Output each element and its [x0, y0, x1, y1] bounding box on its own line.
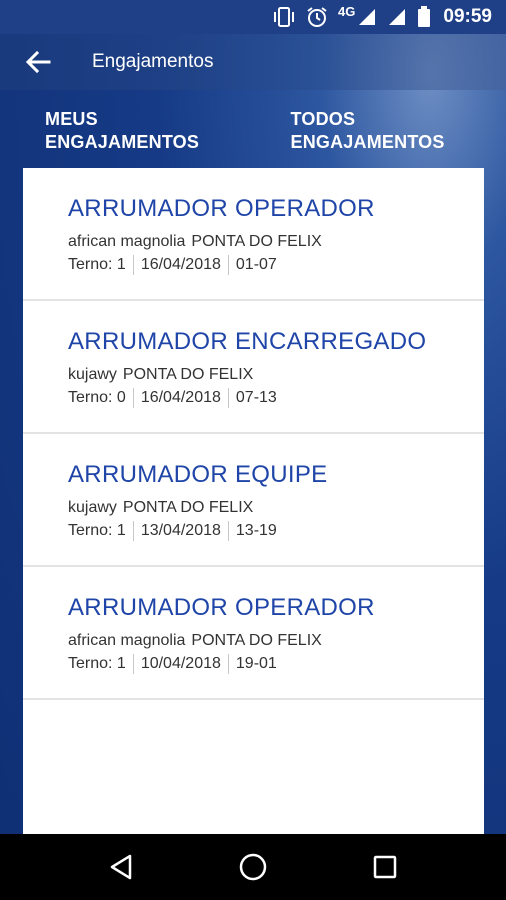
tab-meus-engajamentos[interactable]: MEUS ENGAJAMENTOS [0, 90, 261, 168]
nav-home-button[interactable] [223, 837, 283, 897]
item-vessel: african magnolia [68, 632, 186, 649]
divider [132, 388, 134, 408]
item-shift: 01-07 [235, 256, 277, 273]
item-title: ARRUMADOR OPERADOR [68, 594, 375, 621]
divider [227, 388, 229, 408]
item-date: 16/04/2018 [140, 389, 221, 406]
recents-square-icon [373, 855, 397, 879]
alarm-icon [306, 6, 328, 28]
item-terno: Terno: 1 [68, 655, 126, 672]
item-shift: 19-01 [235, 655, 277, 672]
page-title: Engajamentos [92, 51, 214, 72]
nav-recents-button[interactable] [355, 837, 415, 897]
divider [227, 654, 229, 674]
item-location: PONTA DO FELIX [191, 233, 322, 250]
app-bar: Engajamentos [0, 34, 506, 90]
item-subtitle: african magnolia PONTA DO FELIX [68, 232, 484, 252]
nav-back-button[interactable] [91, 837, 151, 897]
item-shift: 07-13 [235, 389, 277, 406]
item-vessel: kujawy [68, 499, 117, 516]
item-location: PONTA DO FELIX [122, 499, 254, 516]
item-title: ARRUMADOR OPERADOR [68, 195, 375, 222]
item-shift: 13-19 [235, 522, 277, 539]
tab-label-line2: ENGAJAMENTOS [290, 132, 445, 152]
status-bar: 4G 09:59 [0, 0, 506, 34]
item-meta: Terno: 1 10/04/2018 19-01 [68, 654, 484, 674]
item-title: ARRUMADOR ENCARREGADO [68, 328, 427, 355]
tab-label-line1: MEUS [45, 109, 98, 129]
item-subtitle: kujawy PONTA DO FELIX [68, 365, 484, 385]
divider [227, 255, 229, 275]
item-location: PONTA DO FELIX [122, 366, 254, 383]
divider [132, 255, 134, 275]
signal-icon [387, 7, 407, 27]
item-terno: Terno: 1 [68, 256, 126, 273]
item-date: 13/04/2018 [140, 522, 221, 539]
engagement-list: ARRUMADOR OPERADOR african magnolia PONTA… [23, 168, 484, 834]
tab-bar: MEUS ENGAJAMENTOS TODOS ENGAJAMENTOS [0, 90, 506, 168]
divider [132, 654, 134, 674]
item-date: 10/04/2018 [140, 655, 221, 672]
system-nav-bar [0, 834, 506, 900]
item-subtitle: african magnolia PONTA DO FELIX [68, 631, 484, 651]
status-time: 09:59 [443, 6, 492, 27]
item-meta: Terno: 1 13/04/2018 13-19 [68, 521, 484, 541]
item-vessel: kujawy [68, 366, 117, 383]
list-item[interactable]: ARRUMADOR OPERADOR african magnolia PONTA… [23, 168, 484, 301]
divider [227, 521, 229, 541]
item-vessel: african magnolia [68, 233, 186, 250]
item-terno: Terno: 0 [68, 389, 126, 406]
battery-icon [417, 6, 431, 28]
arrow-back-icon [25, 50, 51, 74]
list-item[interactable]: ARRUMADOR EQUIPE kujawy PONTA DO FELIX Te… [23, 434, 484, 567]
back-button[interactable] [10, 34, 66, 90]
item-date: 16/04/2018 [140, 256, 221, 273]
item-meta: Terno: 0 16/04/2018 07-13 [68, 388, 484, 408]
divider [132, 521, 134, 541]
signal-icon [357, 7, 377, 27]
item-terno: Terno: 1 [68, 522, 126, 539]
item-location: PONTA DO FELIX [191, 632, 322, 649]
list-item[interactable]: ARRUMADOR ENCARREGADO kujawy PONTA DO FEL… [23, 301, 484, 434]
item-title: ARRUMADOR EQUIPE [68, 461, 328, 488]
vibrate-icon [272, 6, 296, 28]
item-meta: Terno: 1 16/04/2018 01-07 [68, 255, 484, 275]
list-item[interactable]: ARRUMADOR OPERADOR african magnolia PONTA… [23, 567, 484, 700]
item-subtitle: kujawy PONTA DO FELIX [68, 498, 484, 518]
network-type: 4G [338, 3, 356, 19]
back-triangle-icon [110, 854, 132, 880]
home-circle-icon [239, 853, 267, 881]
tab-label-line2: ENGAJAMENTOS [45, 132, 200, 152]
tab-label-line1: TODOS [290, 109, 356, 129]
tab-todos-engajamentos[interactable]: TODOS ENGAJAMENTOS [261, 90, 506, 168]
